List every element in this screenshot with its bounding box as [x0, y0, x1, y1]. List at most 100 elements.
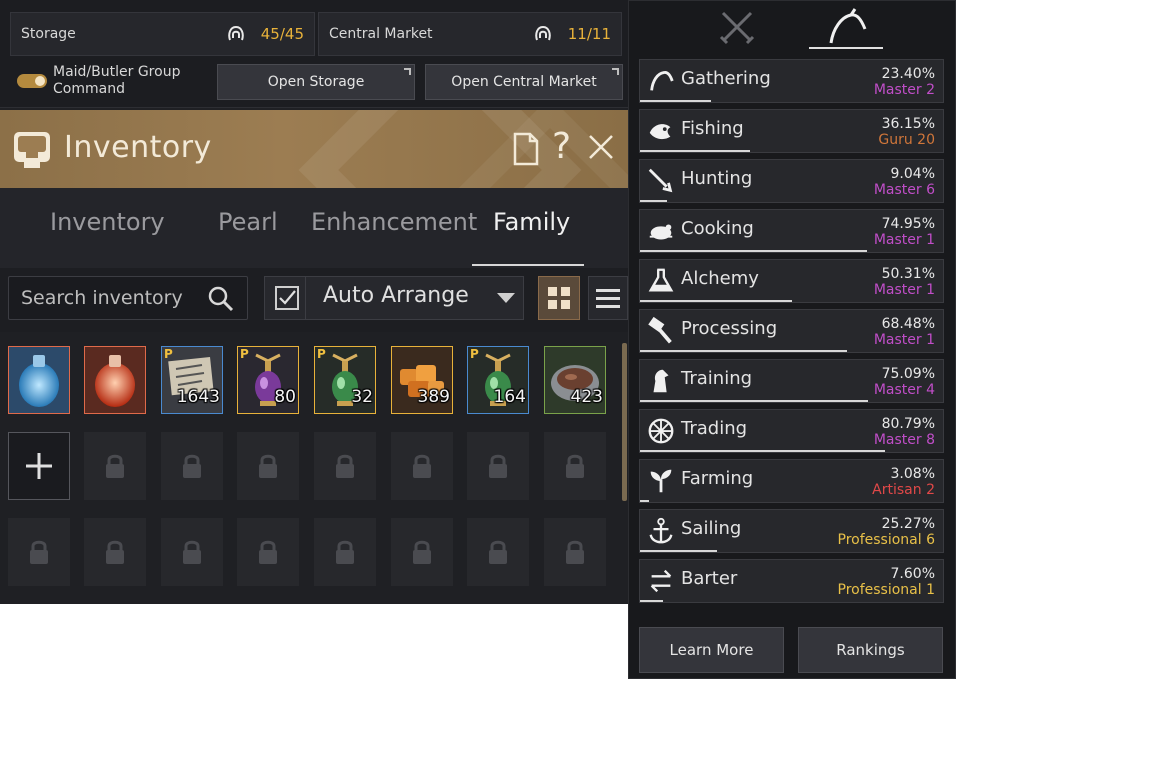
life-skill-processing[interactable]: Processing 68.48% Master 1: [639, 309, 944, 353]
skill-name: Trading: [681, 418, 748, 439]
bag-icon: [12, 128, 52, 170]
premium-badge: P: [240, 347, 249, 361]
inventory-scrollbar[interactable]: [622, 343, 627, 501]
tab-pearl[interactable]: Pearl: [218, 208, 278, 236]
inventory-item-green-elixir-2[interactable]: P 164: [467, 346, 529, 414]
inventory-toolbar: Auto Arrange: [0, 268, 628, 332]
auto-arrange-checkbox[interactable]: [275, 286, 299, 310]
help-icon[interactable]: ?: [552, 126, 571, 167]
skill-progress-bar: [640, 100, 711, 102]
life-skill-sailing[interactable]: Sailing 25.27% Professional 6: [639, 509, 944, 553]
learn-more-button[interactable]: Learn More: [639, 627, 784, 673]
skill-percent: 25.27%: [881, 516, 935, 532]
premium-badge: P: [164, 347, 173, 361]
skill-progress-bar: [640, 200, 668, 202]
skill-rank: Professional 1: [837, 582, 936, 598]
life-skill-farming[interactable]: Farming 3.08% Artisan 2: [639, 459, 944, 503]
life-skill-training[interactable]: Training 75.09% Master 4: [639, 359, 944, 403]
inventory-title: Inventory: [64, 130, 212, 165]
auto-arrange-dropdown[interactable]: Auto Arrange: [264, 276, 524, 320]
tab-enhancement[interactable]: Enhancement: [311, 208, 477, 236]
list-icon: [596, 289, 620, 308]
inventory-tabs: Inventory Pearl Enhancement Family: [0, 188, 628, 268]
tab-inventory[interactable]: Inventory: [50, 208, 165, 236]
premium-badge: P: [317, 347, 326, 361]
search-input[interactable]: [21, 285, 201, 311]
skill-progress-bar: [640, 500, 650, 502]
expand-corner-icon: [404, 68, 411, 75]
rankings-button[interactable]: Rankings: [798, 627, 943, 673]
inventory-item-food-platter[interactable]: 389: [391, 346, 453, 414]
add-slot-button[interactable]: [8, 432, 70, 500]
lock-icon: [336, 454, 354, 478]
skill-progress-bar: [640, 450, 885, 452]
skill-progress-bar: [640, 150, 750, 152]
skill-name: Fishing: [681, 118, 744, 139]
lock-icon: [413, 454, 431, 478]
skill-name: Gathering: [681, 68, 771, 89]
skill-rank: Master 6: [873, 182, 935, 198]
skill-name: Barter: [681, 568, 738, 589]
document-icon[interactable]: [512, 132, 540, 166]
skill-percent: 74.95%: [881, 216, 935, 232]
skill-progress-bar: [640, 300, 793, 302]
skill-progress-bar: [640, 350, 848, 352]
close-icon[interactable]: [586, 132, 616, 162]
locked-slot: [84, 432, 146, 500]
skill-percent: 36.15%: [881, 116, 935, 132]
item-quantity: 164: [493, 387, 526, 407]
flask-icon: [646, 266, 676, 296]
wheel-icon: [646, 416, 676, 446]
life-skill-alchemy[interactable]: Alchemy 50.31% Master 1: [639, 259, 944, 303]
inventory-item-stew-bowl[interactable]: 423: [544, 346, 606, 414]
crossed-swords-icon[interactable]: [717, 7, 757, 47]
open-storage-button[interactable]: Open Storage: [217, 64, 415, 100]
item-quantity: 32: [351, 387, 373, 407]
maid-icon: [532, 23, 554, 45]
life-skill-gathering[interactable]: Gathering 23.40% Master 2: [639, 59, 944, 103]
list-view-button[interactable]: [588, 276, 628, 320]
lock-icon: [566, 540, 584, 564]
open-central-market-button[interactable]: Open Central Market: [425, 64, 623, 100]
maid-group-toggle[interactable]: [17, 74, 47, 88]
life-skill-barter[interactable]: Barter 7.60% Professional 1: [639, 559, 944, 603]
inventory-item-red-potion[interactable]: [84, 346, 146, 414]
locked-slot: [314, 432, 376, 500]
life-skill-trading[interactable]: Trading 80.79% Master 8: [639, 409, 944, 453]
inventory-header[interactable]: Inventory ?: [0, 110, 628, 188]
central-market-value: 11/11: [567, 25, 611, 43]
blue-potion-icon: [9, 347, 69, 413]
skill-progress-bar: [640, 250, 868, 252]
inventory-item-map-scroll[interactable]: P 1643: [161, 346, 223, 414]
search-icon[interactable]: [207, 285, 235, 313]
life-skill-hunting[interactable]: Hunting 9.04% Master 6: [639, 159, 944, 203]
inventory-item-blue-potion[interactable]: [8, 346, 70, 414]
locked-slot: [314, 518, 376, 586]
lock-icon: [336, 540, 354, 564]
hammer-icon: [646, 316, 676, 346]
inventory-grid: P 1643 P 80 P 32 389 P 164 423: [0, 334, 628, 604]
maid-icon: [225, 23, 247, 45]
item-quantity: 1643: [176, 387, 220, 407]
lock-icon: [106, 540, 124, 564]
storage-value: 45/45: [260, 25, 304, 43]
sprout-icon: [646, 466, 676, 496]
lock-icon: [566, 454, 584, 478]
life-skill-cooking[interactable]: Cooking 74.95% Master 1: [639, 209, 944, 253]
locked-slot: [84, 518, 146, 586]
skill-percent: 23.40%: [881, 66, 935, 82]
tab-family[interactable]: Family: [493, 208, 570, 236]
locked-slot: [391, 432, 453, 500]
skill-rank: Master 8: [873, 432, 935, 448]
life-skill-fishing[interactable]: Fishing 36.15% Guru 20: [639, 109, 944, 153]
grid-view-button[interactable]: [538, 276, 580, 320]
search-box: [8, 276, 248, 320]
sickle-icon[interactable]: [809, 5, 883, 49]
central-market-capacity: Central Market 11/11: [318, 12, 622, 56]
locked-slot: [161, 518, 223, 586]
inventory-item-purple-elixir[interactable]: P 80: [237, 346, 299, 414]
inventory-item-green-elixir[interactable]: P 32: [314, 346, 376, 414]
divider: [305, 277, 306, 319]
skill-rank: Guru 20: [878, 132, 935, 148]
skill-percent: 3.08%: [890, 466, 935, 482]
